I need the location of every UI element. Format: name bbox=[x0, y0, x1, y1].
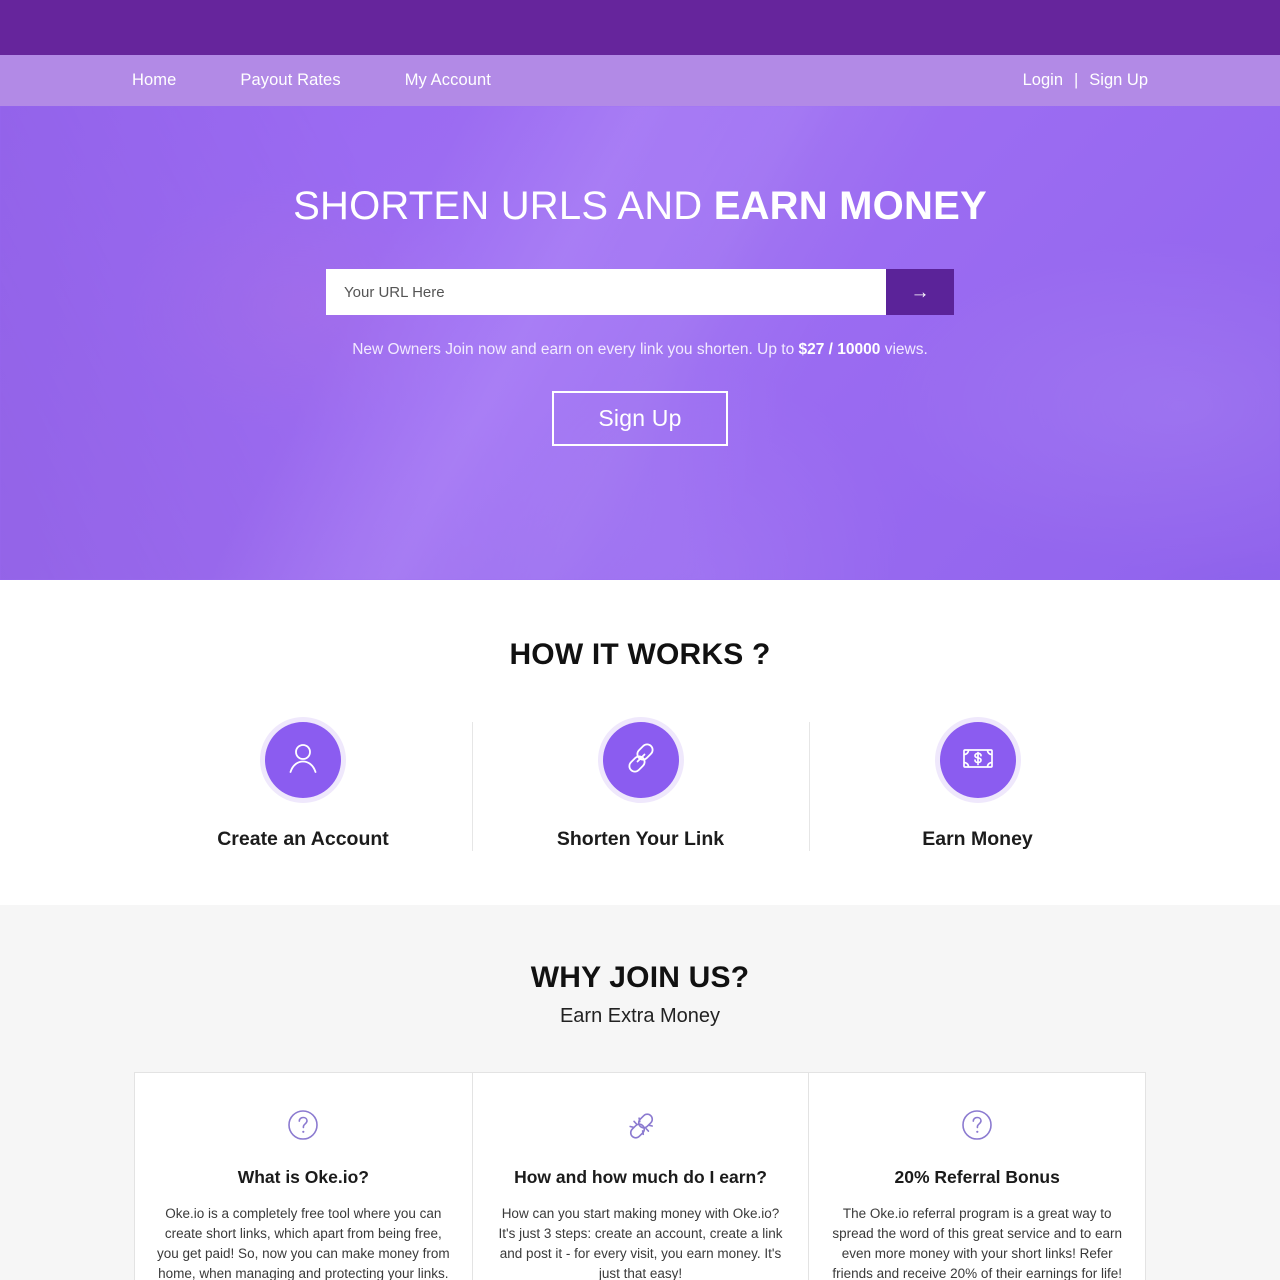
card-referral-bonus: 20% Referral Bonus The Oke.io referral p… bbox=[808, 1073, 1145, 1280]
why-join-us-cards: What is Oke.io? Oke.io is a completely f… bbox=[134, 1072, 1146, 1280]
hero-section: SHORTEN URLS AND EARN MONEY → New Owners… bbox=[0, 106, 1280, 580]
why-join-us-section: WHY JOIN US? Earn Extra Money What is Ok… bbox=[0, 905, 1280, 1280]
arrow-right-icon[interactable]: → bbox=[886, 269, 954, 315]
nav-login-link[interactable]: Login bbox=[1023, 71, 1063, 90]
main-navigation: Home Payout Rates My Account Login | Sig… bbox=[0, 55, 1280, 106]
card-text: The Oke.io referral program is a great w… bbox=[832, 1206, 1123, 1280]
step-icon-circle bbox=[939, 722, 1016, 798]
card-text: How can you start making money with Oke.… bbox=[498, 1206, 783, 1280]
card-how-much-do-i-earn: How and how much do I earn? How can you … bbox=[471, 1073, 809, 1280]
hero-subtitle-highlight: $27 / 10000 bbox=[798, 341, 881, 358]
step-label: Shorten Your Link bbox=[556, 828, 725, 850]
step-icon-circle bbox=[265, 722, 341, 798]
nav-separator: | bbox=[1074, 71, 1079, 89]
hero-subtitle-suffix: views. bbox=[880, 341, 928, 358]
hero-heading-light: SHORTEN URLS AND bbox=[293, 184, 703, 228]
nav-links-group: Home Payout Rates My Account bbox=[132, 71, 491, 90]
question-mark-circle-icon bbox=[283, 1105, 323, 1150]
hero-heading-bold: EARN MONEY bbox=[713, 184, 987, 228]
link-icon bbox=[621, 738, 661, 783]
card-title: What is Oke.io? bbox=[237, 1167, 369, 1187]
url-input[interactable] bbox=[326, 269, 886, 315]
broken-link-icon bbox=[621, 1105, 661, 1150]
step-create-an-account: Create an Account bbox=[135, 722, 472, 851]
step-icon-circle bbox=[602, 722, 679, 798]
url-shorten-form: → bbox=[0, 269, 1280, 315]
card-text: Oke.io is a completely free tool where y… bbox=[157, 1206, 450, 1280]
nav-link-my-account[interactable]: My Account bbox=[405, 71, 491, 90]
card-icon-wrapper bbox=[831, 1101, 1123, 1153]
banknote-dollar-icon bbox=[958, 738, 998, 783]
why-join-us-title: WHY JOIN US? bbox=[530, 961, 750, 994]
hero-signup-button[interactable]: Sign Up bbox=[552, 391, 728, 446]
how-it-works-section: HOW IT WORKS ? Create an Account Shorten… bbox=[0, 580, 1280, 905]
how-it-works-title: HOW IT WORKS ? bbox=[509, 638, 771, 671]
user-icon bbox=[283, 738, 323, 783]
top-purple-bar bbox=[0, 0, 1280, 55]
step-label: Create an Account bbox=[217, 828, 389, 850]
nav-auth-group: Login | Sign Up bbox=[1023, 71, 1148, 90]
nav-link-payout-rates[interactable]: Payout Rates bbox=[240, 71, 372, 90]
nav-signup-link[interactable]: Sign Up bbox=[1089, 71, 1148, 90]
step-label: Earn Money bbox=[922, 828, 1033, 850]
step-earn-money: Earn Money bbox=[808, 722, 1146, 851]
how-it-works-steps: Create an Account Shorten Your Link Earn… bbox=[0, 722, 1280, 851]
card-icon-wrapper bbox=[495, 1101, 787, 1153]
card-title: 20% Referral Bonus bbox=[894, 1167, 1060, 1187]
card-what-is-okeio: What is Oke.io? Oke.io is a completely f… bbox=[135, 1073, 472, 1280]
hero-heading: SHORTEN URLS AND EARN MONEY bbox=[0, 184, 1280, 229]
step-shorten-your-link: Shorten Your Link bbox=[471, 722, 809, 851]
hero-subtitle-prefix: New Owners Join now and earn on every li… bbox=[352, 341, 799, 358]
why-join-us-subtitle: Earn Extra Money bbox=[559, 1005, 721, 1027]
question-mark-circle-icon bbox=[957, 1105, 997, 1150]
hero-subtitle: New Owners Join now and earn on every li… bbox=[0, 341, 1280, 359]
card-title: How and how much do I earn? bbox=[514, 1167, 767, 1187]
card-icon-wrapper bbox=[157, 1101, 450, 1153]
nav-link-home[interactable]: Home bbox=[132, 71, 208, 90]
